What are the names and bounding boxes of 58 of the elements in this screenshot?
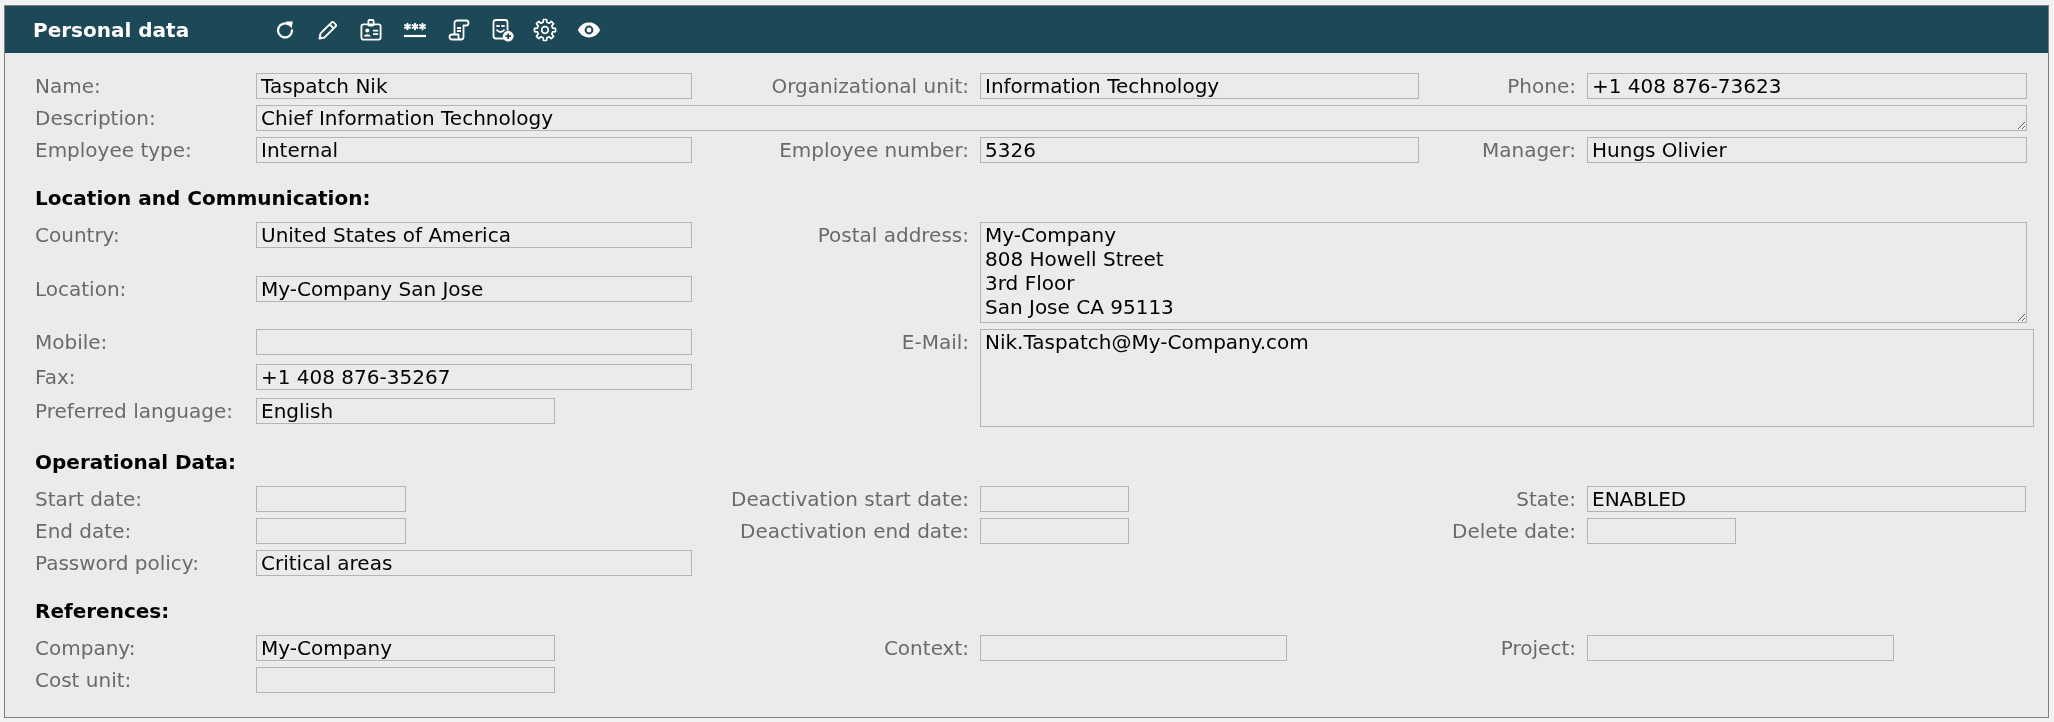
location-label: Location: [35,275,127,302]
manager-label: Manager: [1481,137,1576,163]
password-policy-label: Password policy: [35,550,199,576]
description-field[interactable]: Chief Information Technology [256,105,2027,131]
start-date-label: Start date: [35,486,143,512]
manager-field[interactable]: Hungs Olivier [1587,137,2027,163]
company-field[interactable]: My-Company [256,635,555,661]
name-label: Name: [35,73,101,99]
postal-address-label: Postal address: [817,222,969,248]
gear-icon[interactable] [533,17,557,42]
mobile-field[interactable] [256,329,692,355]
deactivation-end-label: Deactivation end date: [740,518,969,544]
org-unit-field[interactable]: Information Technology [980,73,1419,99]
end-date-field[interactable] [256,518,406,544]
mobile-label: Mobile: [35,329,108,355]
section-heading: Location and Communication: [35,186,371,210]
employee-number-label: Employee number: [779,137,969,163]
postal-address-field[interactable]: My-Company 808 Howell Street 3rd Floor San Jose CA 95113 [980,222,2027,323]
panel-title: Personal data [33,17,190,42]
employee-type-field[interactable]: Internal [256,137,692,163]
deactivation-start-label: Deactivation start date: [731,486,969,512]
delete-date-field[interactable] [1587,518,1736,544]
org-unit-label: Organizational unit: [771,73,969,99]
email-field[interactable]: Nik.Taspatch@My-Company.com [980,329,2034,427]
location-field[interactable]: My-Company San Jose [256,275,692,302]
language-field[interactable]: English [256,398,555,425]
password-policy-field[interactable]: Critical areas [256,550,692,576]
start-date-field[interactable] [256,486,406,512]
deactivation-start-field[interactable] [980,486,1129,512]
section-heading: Operational Data: [35,450,237,474]
state-field[interactable]: ENABLED [1587,486,2026,512]
cost-unit-field[interactable] [256,667,555,693]
language-label: Preferred language: [35,398,233,425]
company-label: Company: [35,635,136,661]
employee-number-field[interactable]: 5326 [980,137,1419,163]
phone-field[interactable]: +1 408 876-73623 [1587,73,2027,99]
delete-date-label: Delete date: [1452,518,1576,544]
fax-field[interactable]: +1 408 876-35267 [256,363,692,390]
phone-label: Phone: [1507,73,1576,99]
country-field[interactable]: United States of America [256,222,692,248]
project-label: Project: [1500,635,1576,661]
country-label: Country: [35,222,120,248]
state-label: State: [1516,486,1576,512]
employee-type-label: Employee type: [35,137,192,163]
context-field[interactable] [980,635,1287,661]
email-label: E-Mail: [901,329,969,355]
deactivation-end-field[interactable] [980,518,1129,544]
section-heading: References: [35,599,170,623]
cost-unit-label: Cost unit: [35,667,132,693]
id-card-icon[interactable] [359,17,383,42]
name-field[interactable]: Taspatch Nik [256,73,692,99]
fax-label: Fax: [35,363,76,390]
description-label: Description: [35,105,156,131]
scroll-icon[interactable] [447,17,471,42]
context-label: Context: [883,635,969,661]
face-plus-icon[interactable] [490,17,514,42]
end-date-label: End date: [35,518,132,544]
project-field[interactable] [1587,635,1894,661]
